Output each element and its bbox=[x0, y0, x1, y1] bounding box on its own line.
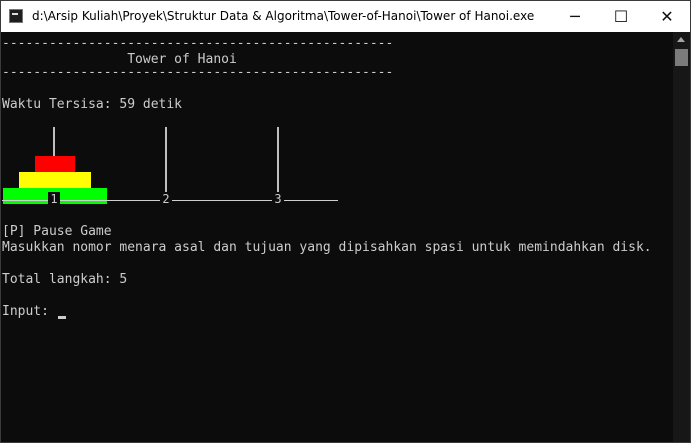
tower-1-label: 1 bbox=[48, 192, 60, 206]
console-output[interactable]: ----------------------------------------… bbox=[1, 32, 673, 442]
timer-text: Waktu Tersisa: 59 detik bbox=[2, 97, 183, 112]
maximize-button[interactable]: ☐ bbox=[598, 1, 644, 32]
tower-2-peg bbox=[165, 127, 167, 192]
tower-3-label: 3 bbox=[272, 192, 284, 206]
total-steps: Total langkah: 5 bbox=[2, 272, 128, 287]
console-window: d:\Arsip Kuliah\Proyek\Struktur Data & A… bbox=[0, 0, 691, 443]
disk-size-1 bbox=[35, 156, 75, 172]
scroll-thumb[interactable] bbox=[675, 49, 688, 66]
title-bar[interactable]: d:\Arsip Kuliah\Proyek\Struktur Data & A… bbox=[1, 1, 690, 32]
input-prompt[interactable]: Input: bbox=[2, 304, 57, 320]
tower-2-label: 2 bbox=[160, 192, 172, 206]
window-title: d:\Arsip Kuliah\Proyek\Struktur Data & A… bbox=[32, 9, 535, 23]
console-app-icon bbox=[9, 9, 23, 23]
separator-bottom: ----------------------------------------… bbox=[2, 65, 394, 80]
text-cursor bbox=[58, 316, 66, 319]
pause-hint: [P] Pause Game bbox=[2, 224, 112, 239]
tower-3-peg bbox=[277, 127, 279, 192]
minimize-button[interactable]: ─ bbox=[552, 1, 598, 32]
disk-size-2 bbox=[19, 172, 91, 188]
tower-of-hanoi-board: 1 2 3 bbox=[1, 127, 346, 207]
instruction-text: Masukkan nomor menara asal dan tujuan ya… bbox=[2, 240, 652, 255]
close-button[interactable]: ✕ bbox=[644, 1, 690, 32]
separator-top: ----------------------------------------… bbox=[2, 36, 394, 51]
scroll-up-arrow-icon[interactable] bbox=[677, 37, 685, 42]
vertical-scrollbar[interactable] bbox=[673, 32, 690, 442]
